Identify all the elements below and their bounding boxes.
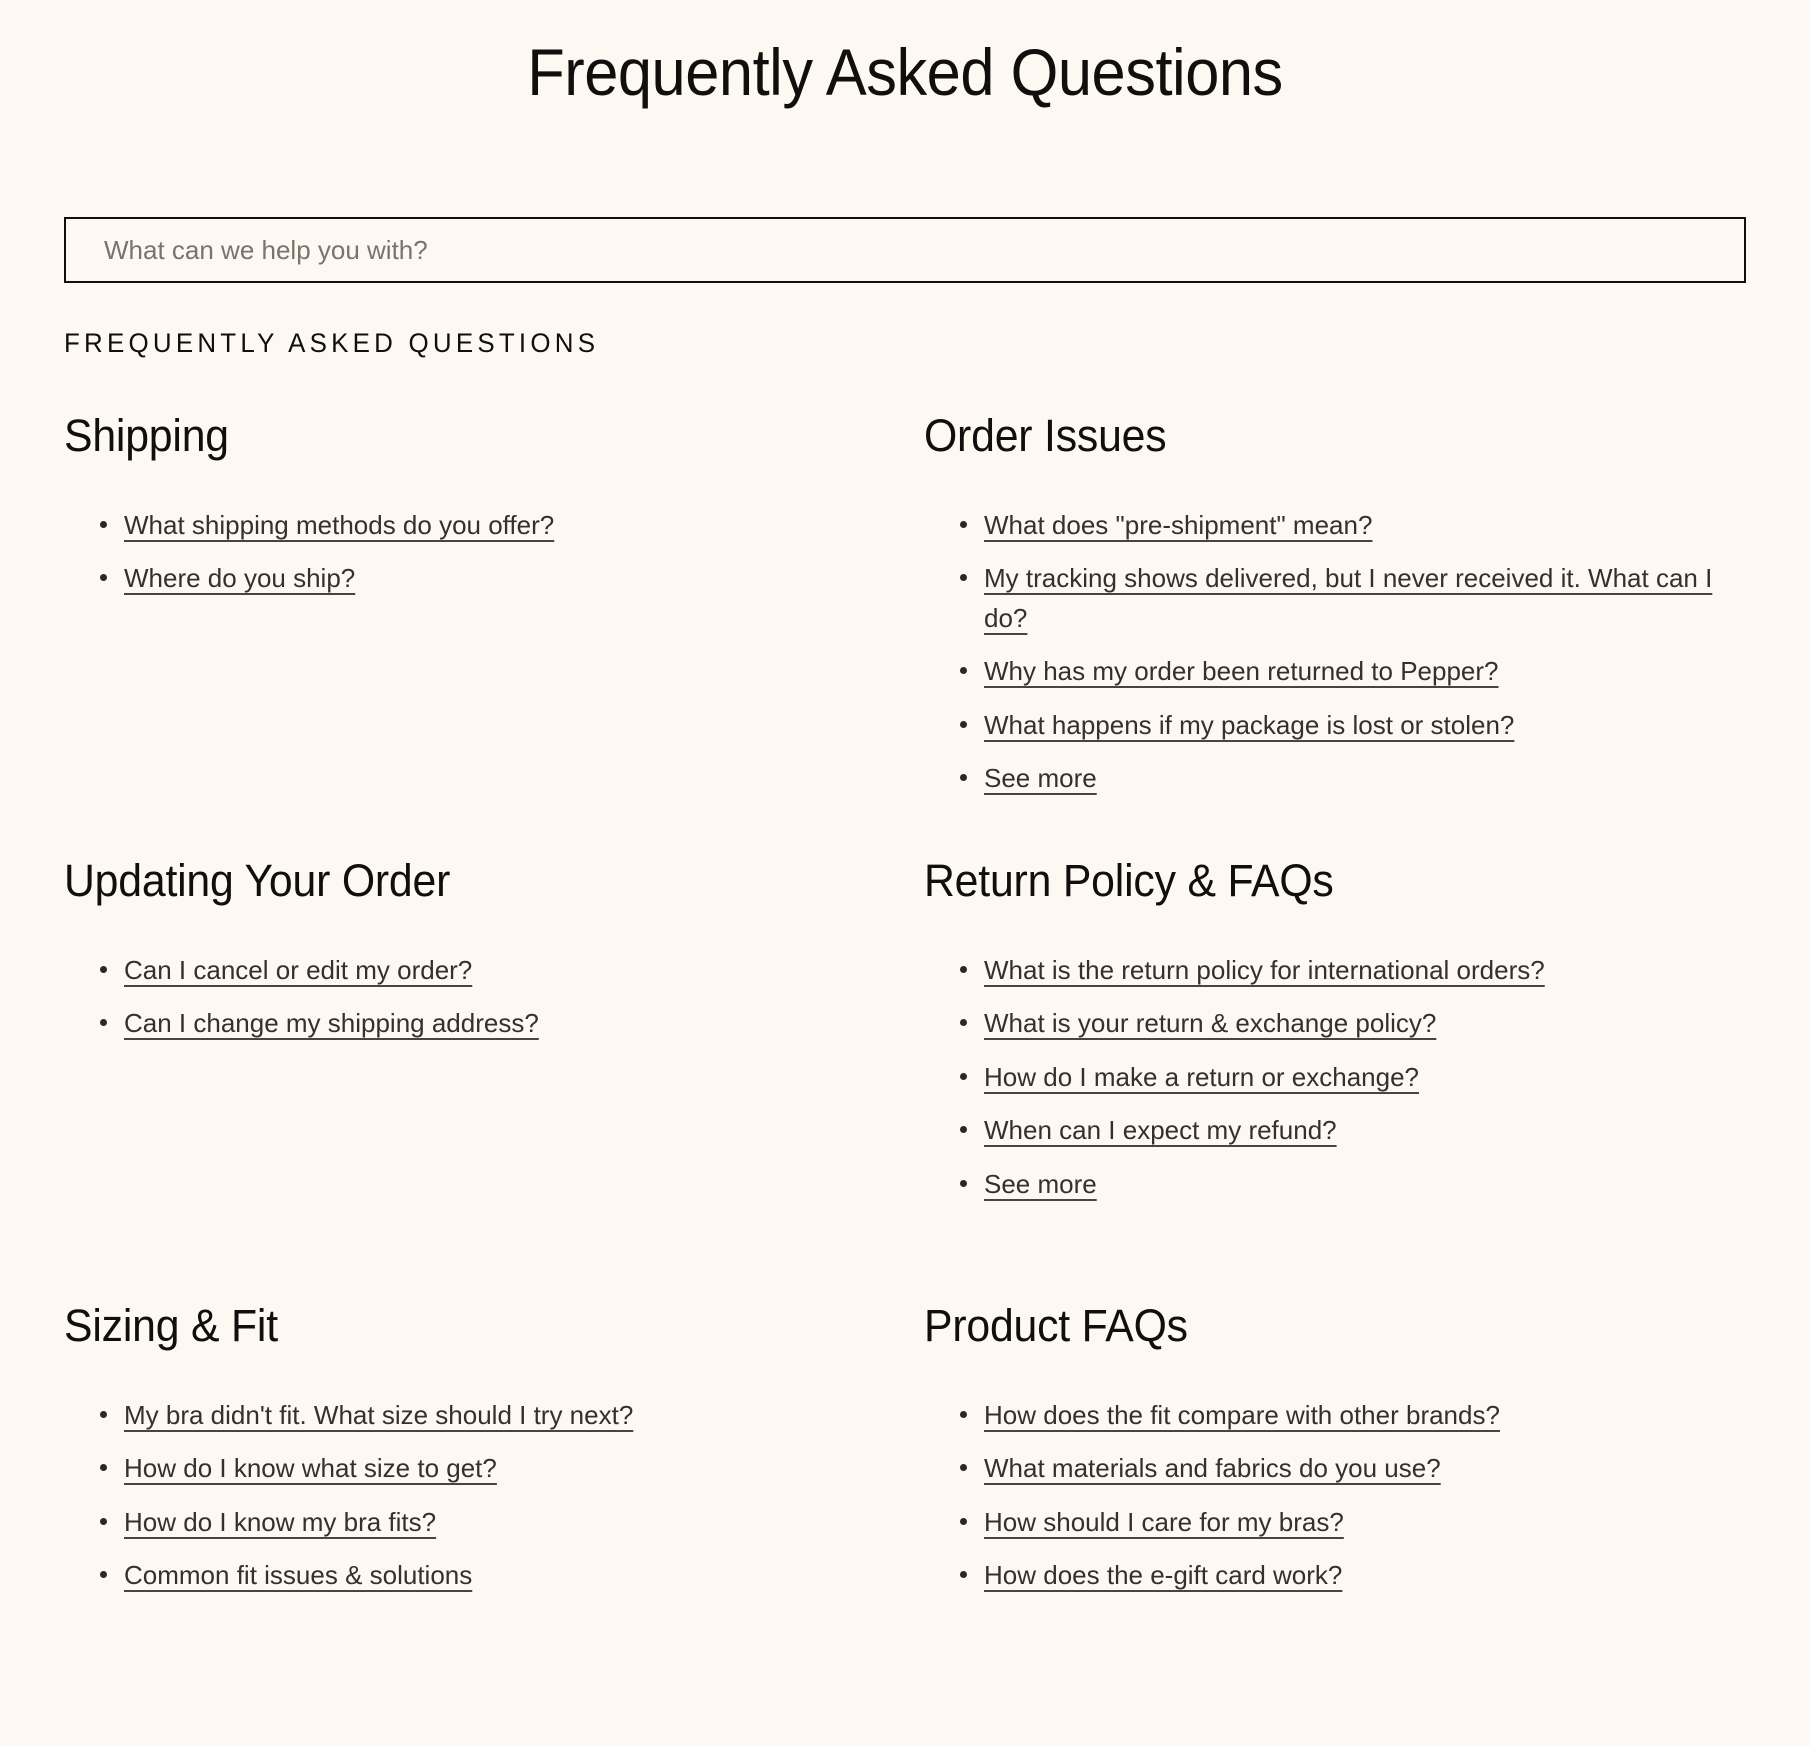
- faq-section-return-policy-faqs: Return Policy & FAQs What is the return …: [920, 856, 1746, 1301]
- faq-section-sizing-fit: Sizing & Fit My bra didn't fit. What siz…: [64, 1301, 920, 1746]
- list-item: How should I care for my bras?: [924, 1503, 1724, 1543]
- list-item: What is your return & exchange policy?: [924, 1004, 1724, 1044]
- list-item: When can I expect my refund?: [924, 1111, 1724, 1151]
- list-item: How do I know what size to get?: [64, 1449, 864, 1489]
- faq-link[interactable]: What happens if my package is lost or st…: [984, 710, 1514, 740]
- faq-link[interactable]: How should I care for my bras?: [984, 1507, 1344, 1537]
- faq-link[interactable]: How does the e-gift card work?: [984, 1560, 1342, 1590]
- section-heading: Sizing & Fit: [64, 1300, 278, 1352]
- list-item: How do I know my bra fits?: [64, 1503, 864, 1543]
- list-item: My bra didn't fit. What size should I tr…: [64, 1396, 864, 1436]
- faq-link[interactable]: How do I know what size to get?: [124, 1453, 497, 1483]
- faq-link-list: Can I cancel or edit my order? Can I cha…: [64, 906, 920, 1044]
- faq-link[interactable]: How do I know my bra fits?: [124, 1507, 436, 1537]
- faq-link[interactable]: Where do you ship?: [124, 563, 355, 593]
- faq-link-list: What is the return policy for internatio…: [924, 906, 1746, 1205]
- section-heading: Updating Your Order: [64, 855, 451, 907]
- faq-section-order-issues: Order Issues What does "pre-shipment" me…: [920, 411, 1746, 856]
- list-item: What is the return policy for internatio…: [924, 951, 1724, 991]
- list-item: What materials and fabrics do you use?: [924, 1449, 1724, 1489]
- faq-section-shipping: Shipping What shipping methods do you of…: [64, 411, 920, 856]
- faq-link[interactable]: Can I cancel or edit my order?: [124, 955, 472, 985]
- section-heading: Product FAQs: [924, 1300, 1188, 1352]
- faq-link[interactable]: My tracking shows delivered, but I never…: [984, 563, 1712, 633]
- faq-link-list: How does the fit compare with other bran…: [924, 1351, 1746, 1596]
- see-more-link[interactable]: See more: [984, 1169, 1097, 1199]
- faq-link[interactable]: What materials and fabrics do you use?: [984, 1453, 1441, 1483]
- faq-link-list: What shipping methods do you offer? Wher…: [64, 461, 920, 599]
- search-input[interactable]: [64, 217, 1746, 284]
- section-heading: Shipping: [64, 410, 229, 462]
- faq-page: Frequently Asked Questions FREQUENTLY AS…: [0, 0, 1810, 1708]
- section-heading: Return Policy & FAQs: [924, 855, 1334, 907]
- faq-link[interactable]: How does the fit compare with other bran…: [984, 1400, 1500, 1430]
- list-item: Can I change my shipping address?: [64, 1004, 864, 1044]
- faq-link[interactable]: My bra didn't fit. What size should I tr…: [124, 1400, 633, 1430]
- list-item: Where do you ship?: [64, 559, 864, 599]
- faq-link[interactable]: What is the return policy for internatio…: [984, 955, 1545, 985]
- faq-link[interactable]: What does "pre-shipment" mean?: [984, 510, 1372, 540]
- list-item: How does the fit compare with other bran…: [924, 1396, 1724, 1436]
- faq-link[interactable]: What is your return & exchange policy?: [984, 1008, 1436, 1038]
- faq-link[interactable]: Why has my order been returned to Pepper…: [984, 656, 1499, 686]
- page-title: Frequently Asked Questions: [527, 35, 1283, 109]
- list-item: Why has my order been returned to Pepper…: [924, 652, 1724, 692]
- list-item: My tracking shows delivered, but I never…: [924, 559, 1724, 638]
- faq-link-list: What does "pre-shipment" mean? My tracki…: [924, 461, 1746, 799]
- faq-link[interactable]: Can I change my shipping address?: [124, 1008, 539, 1038]
- faq-link[interactable]: What shipping methods do you offer?: [124, 510, 554, 540]
- faq-link[interactable]: How do I make a return or exchange?: [984, 1062, 1419, 1092]
- faq-section-updating-your-order: Updating Your Order Can I cancel or edit…: [64, 856, 920, 1301]
- faq-section-product-faqs: Product FAQs How does the fit compare wi…: [920, 1301, 1746, 1746]
- section-heading: Order Issues: [924, 410, 1167, 462]
- faq-section-label: FREQUENTLY ASKED QUESTIONS: [64, 328, 600, 359]
- list-item: What happens if my package is lost or st…: [924, 706, 1724, 746]
- faq-grid: Shipping What shipping methods do you of…: [64, 359, 1746, 1746]
- search-container: [64, 107, 1746, 284]
- see-more-link[interactable]: See more: [984, 763, 1097, 793]
- list-item: What does "pre-shipment" mean?: [924, 506, 1724, 546]
- list-item: See more: [924, 1165, 1724, 1205]
- faq-link-list: My bra didn't fit. What size should I tr…: [64, 1351, 920, 1596]
- list-item: Common fit issues & solutions: [64, 1556, 864, 1596]
- list-item: What shipping methods do you offer?: [64, 506, 864, 546]
- faq-link[interactable]: When can I expect my refund?: [984, 1115, 1337, 1145]
- faq-link[interactable]: Common fit issues & solutions: [124, 1560, 472, 1590]
- list-item: Can I cancel or edit my order?: [64, 951, 864, 991]
- list-item: How does the e-gift card work?: [924, 1556, 1724, 1596]
- list-item: How do I make a return or exchange?: [924, 1058, 1724, 1098]
- list-item: See more: [924, 759, 1724, 799]
